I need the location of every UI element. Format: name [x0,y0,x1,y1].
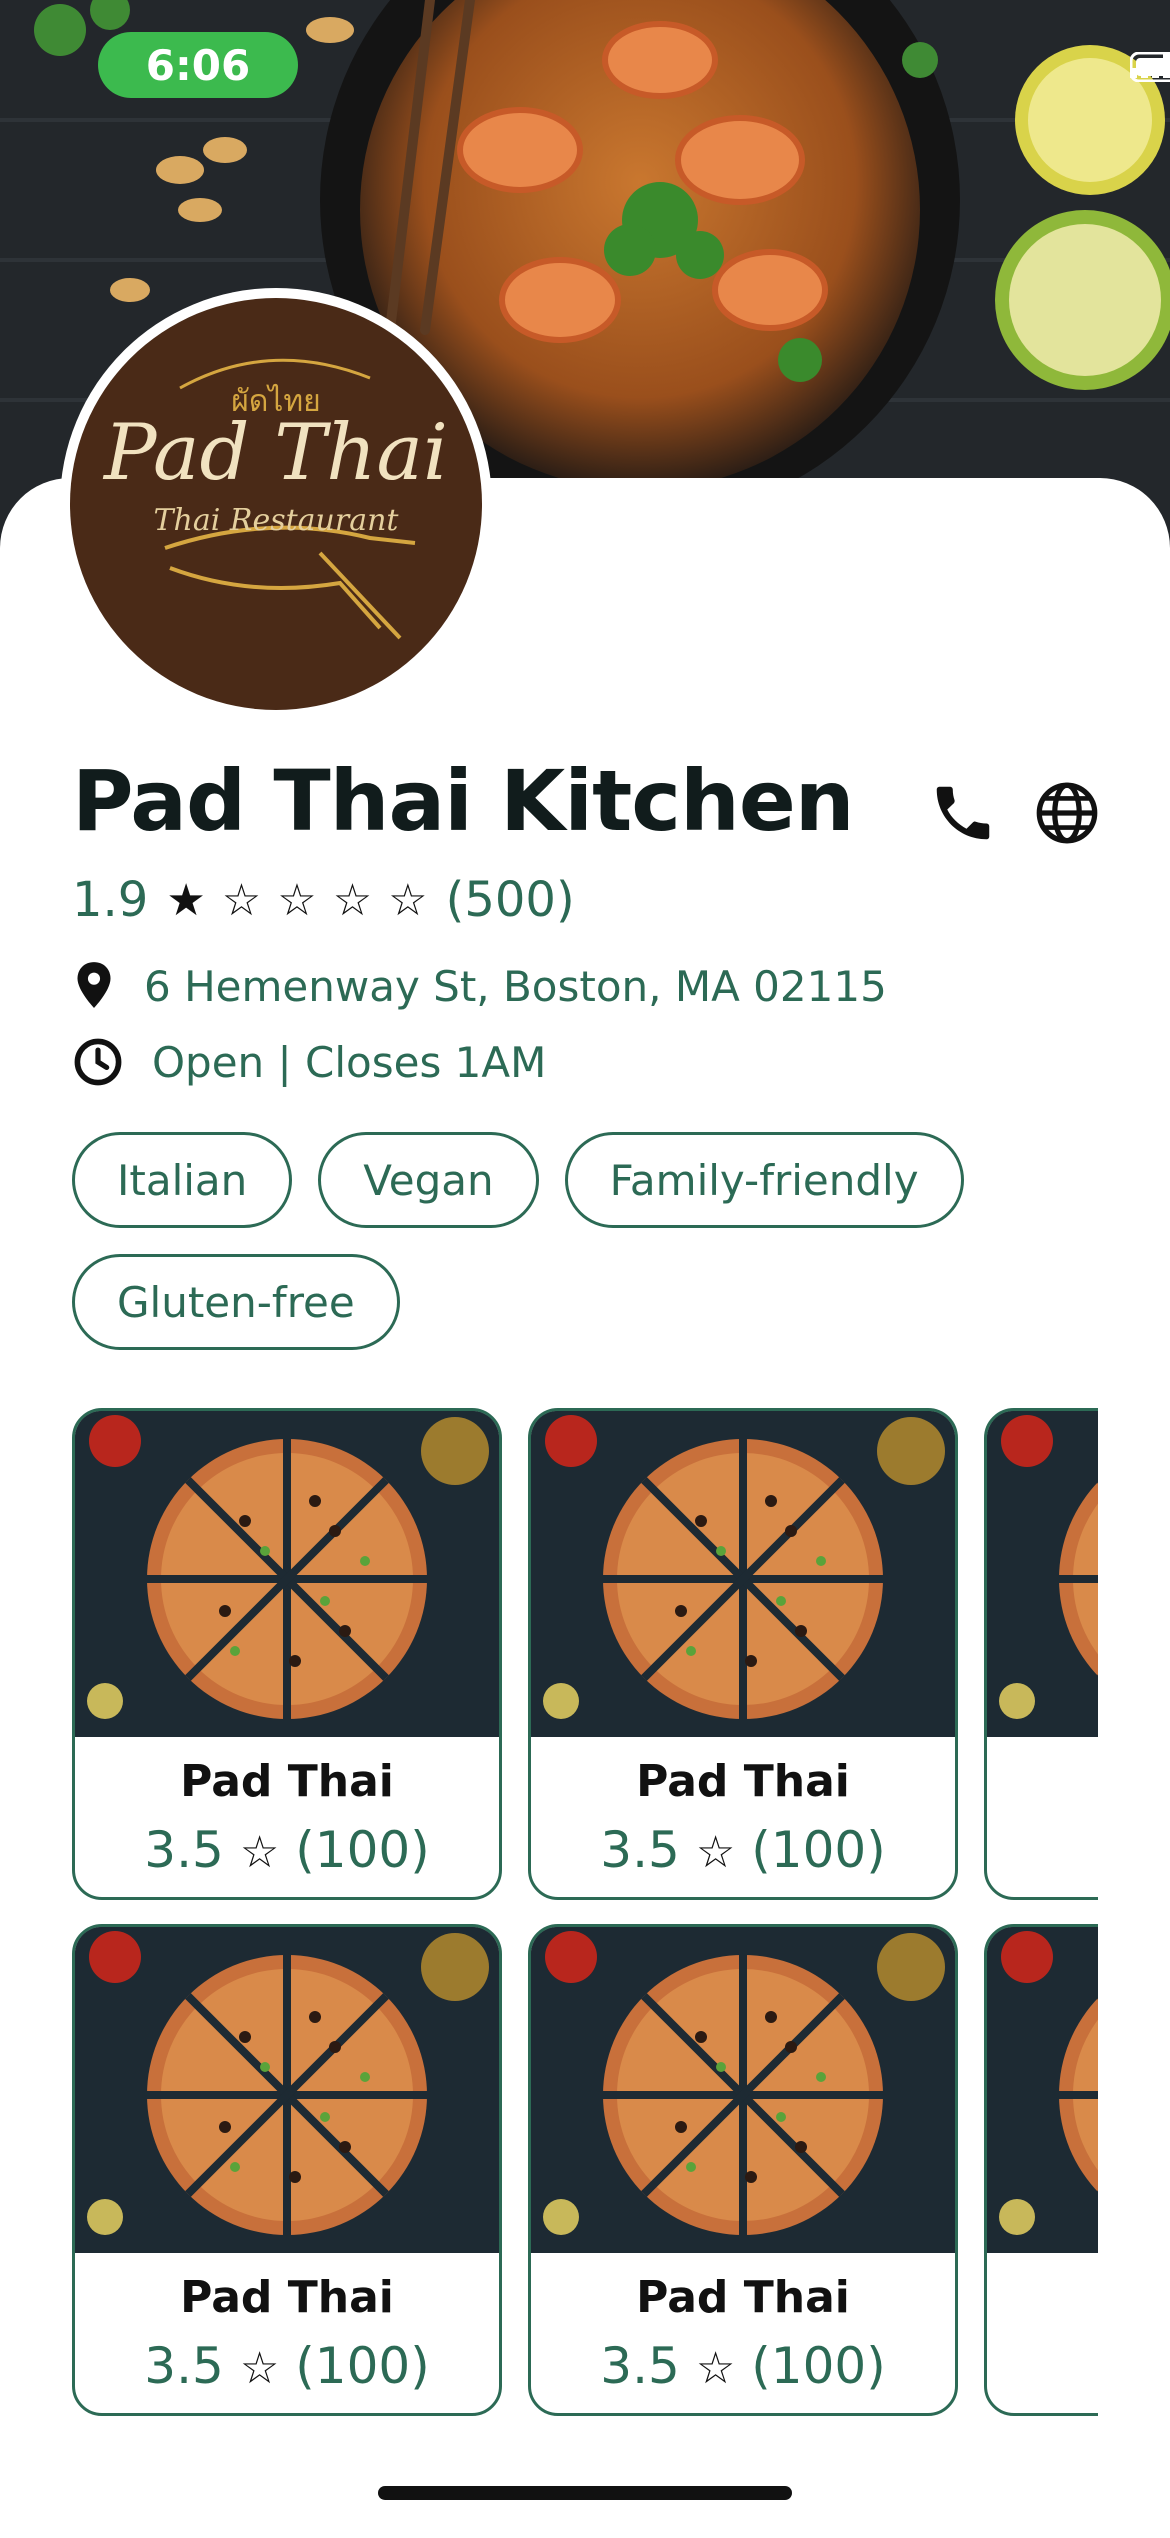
star-icon: ☆ [239,2343,280,2394]
menu-item-rating-value: 3.5 [144,1821,224,1879]
restaurant-name: Pad Thai Kitchen [72,752,855,850]
address-row[interactable]: 6 Hemenway St, Boston, MA 02115 [72,960,887,1012]
menu-item-photo [987,1411,1098,1737]
menu-item-card[interactable]: Pad Thai 3.5 ☆ (100) [528,1408,958,1900]
menu-item-card[interactable]: Pad Thai 3.5 ☆ (100) [72,1924,502,2416]
menu-item-photo [987,1927,1098,2253]
menu-item-photo [75,1411,499,1737]
star-icon: ☆ [695,2343,736,2394]
menu-grid: Pad Thai 3.5 ☆ (100) Pad Thai 3.5 ☆ (100) [72,1408,1098,2418]
hours-row: Open | Closes 1AM [72,1036,546,1088]
menu-item-rating: 3.5 ☆ (100) [75,2337,499,2395]
menu-item-name: Pad Thai [180,1756,394,1807]
star-empty-icon: ☆ [332,874,373,926]
globe-icon [1036,782,1098,844]
menu-item-photo [531,1927,955,2253]
menu-item-review-count: (100) [295,2337,430,2395]
logo-badge: ผัดไทย Pad Thai Thai Restaurant [70,298,482,710]
menu-item-rating: 3.5 ☆ (100) [531,1821,955,1879]
address-text: 6 Hemenway St, Boston, MA 02115 [144,961,887,1011]
menu-item-card[interactable]: Pad Thai 3.5 ☆ (100) [72,1408,502,1900]
logo-sub-text: Thai Restaurant [153,503,399,538]
cuisine-tags: Italian Vegan Family-friendly Gluten-fre… [72,1132,1092,1350]
restaurant-logo: ผัดไทย Pad Thai Thai Restaurant [60,288,492,720]
menu-item-card[interactable] [984,1924,1098,2416]
website-button[interactable] [1032,778,1102,848]
tag-vegan[interactable]: Vegan [318,1132,539,1228]
menu-item-review-count: (100) [751,1821,886,1879]
menu-item-name: Pad Thai [636,2272,850,2323]
star-empty-icon: ☆ [388,874,428,926]
phone-icon [936,786,990,840]
clock-icon [74,1038,122,1086]
tag-gluten-free[interactable]: Gluten-free [72,1254,400,1350]
menu-item-card[interactable]: Pad Thai 3.5 ☆ (100) [528,1924,958,2416]
star-empty-icon: ☆ [221,874,262,926]
star-empty-icon: ☆ [277,874,317,926]
restaurant-rating: 1.9 ★ ☆ ☆ ☆ ☆ (500) [72,872,575,928]
menu-item-rating-value: 3.5 [144,2337,224,2395]
tag-italian[interactable]: Italian [72,1132,293,1228]
tag-family-friendly[interactable]: Family-friendly [564,1132,964,1228]
status-time: 6:06 [98,32,298,98]
menu-item-name: Pad Thai [636,1756,850,1807]
menu-item-rating: 3.5 ☆ (100) [531,2337,955,2395]
menu-item-rating-value: 3.5 [600,1821,680,1879]
rating-stars: ★ ☆ ☆ ☆ ☆ [166,875,427,926]
rating-value: 1.9 [72,872,149,928]
menu-item-photo [531,1411,955,1737]
menu-item-review-count: (100) [751,2337,886,2395]
battery-icon [1130,52,1170,82]
menu-item-rating-value: 3.5 [600,2337,680,2395]
star-icon: ☆ [239,1827,280,1878]
logo-main-text: Pad Thai [104,408,448,498]
call-button[interactable] [928,778,998,848]
menu-item-review-count: (100) [295,1821,430,1879]
hours-text: Open | Closes 1AM [152,1037,547,1087]
menu-item-rating: 3.5 ☆ (100) [75,1821,499,1879]
menu-item-photo [75,1927,499,2253]
review-count: (500) [445,872,575,928]
menu-item-name: Pad Thai [180,2272,394,2323]
menu-item-card[interactable] [984,1408,1098,1900]
location-pin-icon [77,962,111,1008]
home-indicator[interactable] [378,2486,792,2500]
star-icon: ☆ [695,1827,736,1878]
star-filled-icon: ★ [166,874,206,926]
